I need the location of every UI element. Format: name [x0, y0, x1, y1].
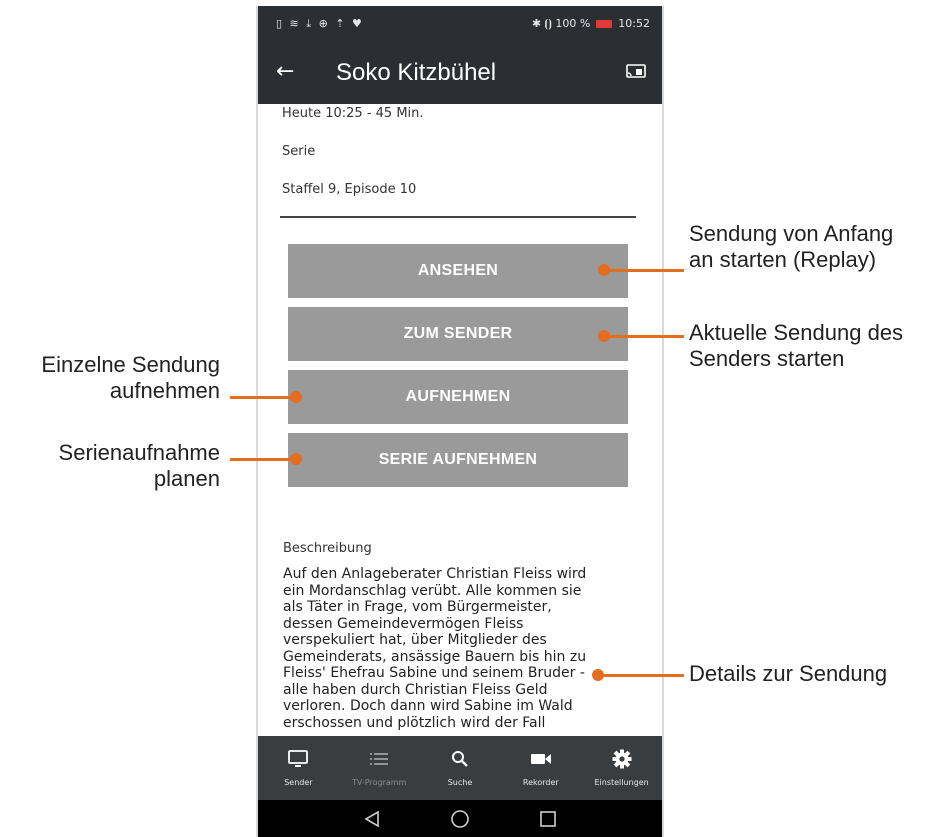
- description-text: Auf den Anlageberater Christian Fleiss w…: [283, 566, 587, 731]
- annotation-replay-line1: Sendung von Anfang: [689, 221, 894, 246]
- divider: [280, 216, 636, 218]
- back-arrow-icon[interactable]: ←: [276, 58, 294, 86]
- tv-icon: [288, 748, 309, 770]
- nav-label: Einstellungen: [594, 778, 649, 787]
- gear-icon: [612, 748, 632, 770]
- callout-dot-single: [290, 391, 302, 403]
- description-label: Beschreibung: [283, 541, 372, 556]
- episode-info: Staffel 9, Episode 10: [282, 182, 417, 197]
- to-channel-button[interactable]: ZUM SENDER: [288, 307, 628, 361]
- record-series-button[interactable]: SERIE AUFNEHMEN: [288, 433, 628, 487]
- annotation-details: Details zur Sendung: [689, 661, 888, 686]
- callout-dot-series: [290, 453, 302, 465]
- nav-label: Suche: [447, 778, 473, 787]
- cast-icon[interactable]: [626, 64, 646, 78]
- camera-icon: [530, 748, 552, 770]
- status-icons: ▯ ≋ ⤓ ⊕ ⇡ ♥: [276, 17, 364, 30]
- system-nav-bar: [258, 800, 662, 837]
- phone-screen: ▯ ≋ ⤓ ⊕ ⇡ ♥ ✱ ⦗⦘ 100 % 10:52 ← Soko Kitz…: [256, 6, 664, 837]
- list-icon: [369, 748, 389, 770]
- search-icon: [451, 748, 469, 770]
- status-signal-text: ✱ ⦗⦘ 100 %: [531, 17, 591, 30]
- air-time: Heute 10:25 - 45 Min.: [282, 106, 424, 121]
- annotation-series-record: Serienaufnahme planen: [8, 440, 220, 492]
- annotation-series-line1: Serienaufnahme: [58, 440, 220, 465]
- callout-dot-channel: [598, 330, 610, 342]
- system-home-icon[interactable]: [447, 809, 473, 829]
- bottom-nav: Sender TV-Programm Suche Rekorder Einste…: [258, 736, 662, 800]
- callout-line-details: [598, 674, 684, 677]
- annotation-channel-line2: Senders starten: [689, 346, 845, 371]
- nav-item-sender[interactable]: Sender: [258, 736, 339, 800]
- nav-item-rekorder[interactable]: Rekorder: [500, 736, 581, 800]
- watch-button[interactable]: ANSEHEN: [288, 244, 628, 298]
- battery-icon: [595, 19, 612, 28]
- callout-dot-replay: [598, 264, 610, 276]
- genre: Serie: [282, 144, 316, 159]
- annotation-series-line2: planen: [153, 466, 220, 491]
- callout-line-replay: [604, 269, 684, 272]
- nav-label: Rekorder: [522, 778, 559, 787]
- annotation-replay-line2: an starten (Replay): [689, 247, 877, 272]
- callout-dot-details: [592, 669, 604, 681]
- nav-label: TV-Programm: [352, 778, 407, 787]
- nav-item-suche[interactable]: Suche: [420, 736, 501, 800]
- nav-item-einstellungen[interactable]: Einstellungen: [581, 736, 662, 800]
- annotation-single-line1: Einzelne Sendung: [41, 352, 220, 377]
- detail-content: Heute 10:25 - 45 Min. Serie Staffel 9, E…: [258, 104, 662, 736]
- nav-label: Sender: [284, 778, 313, 787]
- status-right: ✱ ⦗⦘ 100 % 10:52: [532, 17, 650, 31]
- callout-line-channel: [604, 335, 684, 338]
- callout-line-series: [230, 458, 298, 461]
- nav-item-tv-programm[interactable]: TV-Programm: [339, 736, 420, 800]
- app-bar: ← Soko Kitzbühel: [258, 42, 662, 104]
- system-recents-icon[interactable]: [535, 809, 561, 829]
- callout-line-single: [230, 396, 298, 399]
- annotation-single-record: Einzelne Sendung aufnehmen: [8, 352, 220, 404]
- status-bar: ▯ ≋ ⤓ ⊕ ⇡ ♥ ✱ ⦗⦘ 100 % 10:52: [258, 6, 662, 42]
- annotation-single-line2: aufnehmen: [109, 378, 220, 403]
- record-button[interactable]: AUFNEHMEN: [288, 370, 628, 424]
- page-title: Soko Kitzbühel: [336, 59, 497, 86]
- annotation-channel-line1: Aktuelle Sendung des: [689, 320, 904, 345]
- annotation-channel: Aktuelle Sendung des Senders starten: [689, 320, 903, 372]
- annotation-replay: Sendung von Anfang an starten (Replay): [689, 221, 893, 273]
- status-time: 10:52: [618, 17, 650, 30]
- system-back-icon[interactable]: [359, 809, 385, 829]
